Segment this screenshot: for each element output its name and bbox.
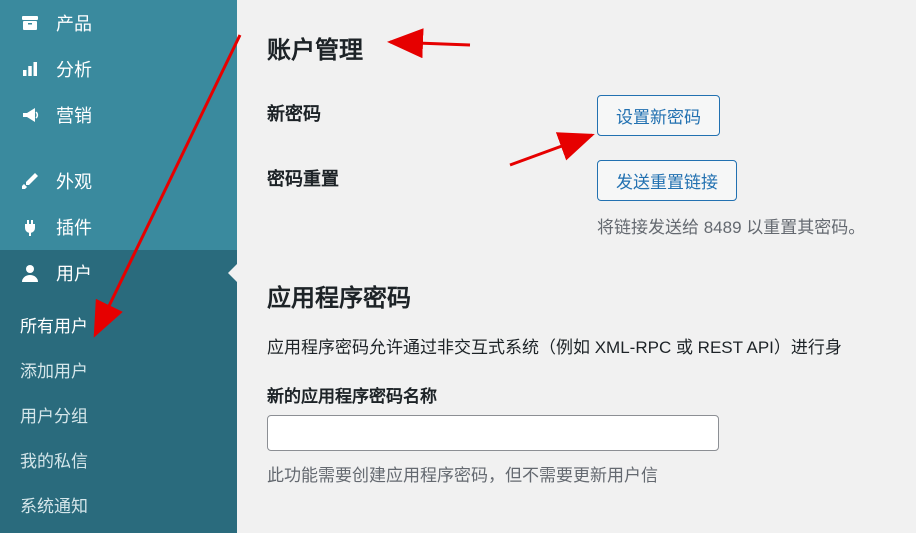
sidebar-item-analytics[interactable]: 分析 <box>0 46 237 92</box>
sidebar-item-appearance[interactable]: 外观 <box>0 158 237 204</box>
sidebar-subitem-my-messages[interactable]: 我的私信 <box>0 437 237 482</box>
sidebar-item-label: 插件 <box>56 214 92 240</box>
app-password-name-input[interactable] <box>267 415 719 451</box>
bar-chart-icon <box>18 57 42 81</box>
send-reset-link-button[interactable]: 发送重置链接 <box>597 160 737 201</box>
plug-icon <box>18 215 42 239</box>
reset-helper-text: 将链接发送给 8489 以重置其密码。 <box>597 213 886 238</box>
app-password-section: 应用程序密码 应用程序密码允许通过非交互式系统（例如 XML-RPC 或 RES… <box>267 278 886 486</box>
sidebar: 产品 分析 营销 外观 插件 用户 所有用户 添加用户 用户分组 我的私信 <box>0 0 237 526</box>
brush-icon <box>18 169 42 193</box>
sidebar-item-label: 用户 <box>56 260 92 286</box>
sidebar-item-label: 营销 <box>56 102 92 128</box>
reset-password-row: 密码重置 发送重置链接 将链接发送给 8489 以重置其密码。 <box>267 160 886 238</box>
set-new-password-button[interactable]: 设置新密码 <box>597 95 720 136</box>
main-content: 账户管理 新密码 设置新密码 密码重置 发送重置链接 将链接发送给 8489 以… <box>237 0 916 526</box>
sidebar-subitem-system-notice[interactable]: 系统通知 <box>0 482 237 527</box>
app-password-name-helper: 此功能需要创建应用程序密码，但不需要更新用户信 <box>267 461 886 486</box>
sidebar-item-label: 外观 <box>56 168 92 194</box>
sidebar-item-users[interactable]: 用户 <box>0 250 237 296</box>
sidebar-subitem-all-users[interactable]: 所有用户 <box>0 302 237 347</box>
account-management-title: 账户管理 <box>267 30 886 65</box>
sidebar-item-plugins[interactable]: 插件 <box>0 204 237 250</box>
new-password-row: 新密码 设置新密码 <box>267 95 886 136</box>
sidebar-item-label: 产品 <box>56 10 92 36</box>
app-password-name-label: 新的应用程序密码名称 <box>267 382 886 407</box>
sidebar-subitem-add-user[interactable]: 添加用户 <box>0 347 237 392</box>
reset-password-label: 密码重置 <box>267 160 597 191</box>
sidebar-submenu-users: 所有用户 添加用户 用户分组 我的私信 系统通知 <box>0 296 237 533</box>
sidebar-item-label: 分析 <box>56 56 92 82</box>
archive-icon <box>18 11 42 35</box>
megaphone-icon <box>18 103 42 127</box>
user-icon <box>18 261 42 285</box>
sidebar-item-marketing[interactable]: 营销 <box>0 92 237 138</box>
new-password-label: 新密码 <box>267 95 597 126</box>
sidebar-subitem-user-groups[interactable]: 用户分组 <box>0 392 237 437</box>
app-password-title: 应用程序密码 <box>267 278 886 313</box>
app-password-description: 应用程序密码允许通过非交互式系统（例如 XML-RPC 或 REST API）进… <box>267 333 886 358</box>
sidebar-item-products[interactable]: 产品 <box>0 0 237 46</box>
